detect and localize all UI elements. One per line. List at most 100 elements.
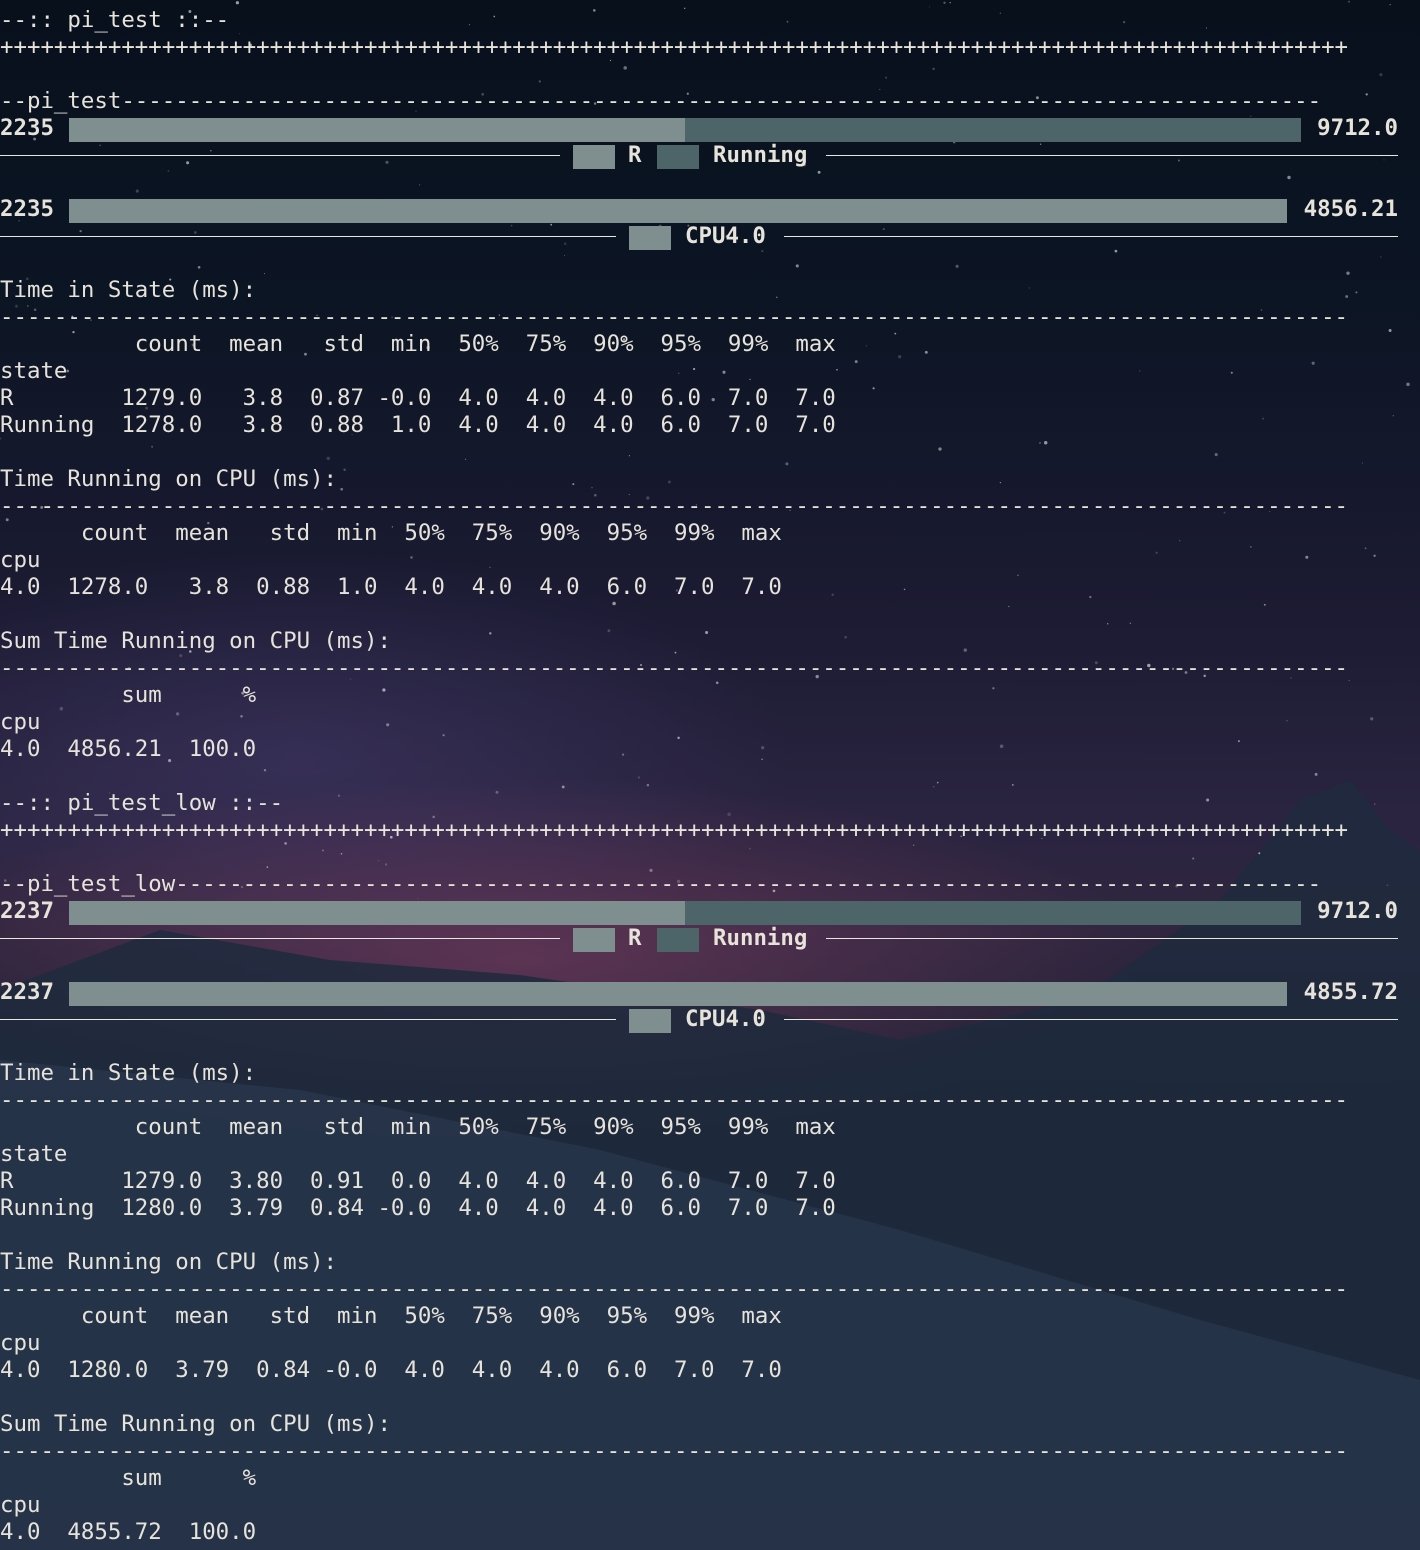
- star: [999, 12, 1002, 14]
- star: [1388, 329, 1392, 332]
- star: [79, 229, 82, 233]
- star: [1017, 574, 1019, 577]
- star: [894, 332, 897, 335]
- star: [378, 860, 380, 862]
- legend-label-running: Running: [713, 142, 808, 168]
- star: [1361, 462, 1364, 464]
- table-rule: ----------------------------------------…: [0, 1438, 1349, 1464]
- legend-rule-right: [784, 236, 1398, 237]
- star: [1406, 382, 1410, 387]
- star: [209, 149, 212, 152]
- star: [749, 848, 751, 850]
- state-bar-pid: 2235: [0, 115, 54, 141]
- star: [1314, 772, 1318, 776]
- star: [410, 556, 413, 559]
- star: [1129, 622, 1131, 624]
- star: [385, 863, 388, 866]
- star: [1348, 679, 1350, 682]
- star: [1106, 622, 1109, 625]
- star: [489, 632, 492, 635]
- star: [1043, 441, 1048, 445]
- star: [936, 781, 939, 784]
- star: [612, 601, 616, 606]
- star: [722, 370, 726, 374]
- star: [955, 264, 959, 268]
- table-row: R 1279.0 3.80 0.91 0.0 4.0 4.0 4.0 6.0 7…: [0, 1168, 836, 1194]
- star: [493, 15, 496, 18]
- task-header: --:: pi_test ::--: [0, 7, 230, 33]
- star: [193, 231, 197, 234]
- star: [678, 372, 680, 374]
- sum-table-index: cpu: [0, 709, 41, 735]
- star: [561, 785, 565, 789]
- sum-table-index: cpu: [0, 1492, 41, 1518]
- star: [949, 1, 951, 4]
- star: [776, 296, 778, 298]
- cpu-bar-total: 4855.72: [1303, 979, 1398, 1005]
- star: [999, 481, 1002, 484]
- star: [572, 483, 575, 486]
- star: [1364, 547, 1367, 550]
- star: [924, 350, 928, 354]
- legend-rule-left: [0, 155, 560, 156]
- star: [865, 345, 868, 347]
- legend-rule-left: [0, 236, 616, 237]
- star: [1355, 291, 1358, 294]
- star: [786, 20, 789, 23]
- star: [340, 487, 344, 491]
- star: [677, 736, 680, 740]
- star: [1206, 798, 1210, 802]
- table-row: R 1279.0 3.8 0.87 -0.0 4.0 4.0 4.0 6.0 7…: [0, 385, 836, 411]
- plus-rule: ++++++++++++++++++++++++++++++++++++++++…: [0, 817, 1349, 843]
- state-table-index: state: [0, 1141, 68, 1167]
- cpu-bar-pid: 2235: [0, 196, 54, 222]
- star: [872, 387, 875, 390]
- star: [563, 242, 567, 246]
- star: [1348, 0, 1350, 3]
- star: [761, 758, 763, 761]
- star: [963, 648, 967, 652]
- star: [1374, 803, 1376, 805]
- state-table-index: state: [0, 358, 68, 384]
- task-subheader: --pi_test_low---------------------------…: [0, 871, 1322, 897]
- legend-rule-right: [826, 938, 1398, 939]
- star: [419, 184, 421, 186]
- star: [646, 783, 650, 787]
- sum-table-title: Sum Time Running on CPU (ms):: [0, 1411, 391, 1437]
- star: [1122, 20, 1126, 24]
- legend-label-cpu4: CPU4.0: [685, 223, 766, 249]
- state-bar-total: 9712.0: [1317, 115, 1398, 141]
- legend-label-cpu4: CPU4.0: [685, 1006, 766, 1032]
- legend-label-running: Running: [713, 925, 808, 951]
- table-rule: ----------------------------------------…: [0, 493, 1349, 519]
- star: [1345, 295, 1349, 298]
- cpu-table-title: Time Running on CPU (ms):: [0, 1249, 338, 1275]
- star: [510, 224, 513, 227]
- star: [417, 898, 419, 900]
- legend-swatch-cpu4: [629, 1009, 671, 1033]
- star: [795, 264, 799, 268]
- star: [727, 812, 731, 817]
- legend-label-r: R: [628, 142, 642, 168]
- star: [1089, 595, 1092, 599]
- state-bar-segment-r: [69, 901, 685, 925]
- star: [882, 228, 885, 231]
- state-bar-total: 9712.0: [1317, 898, 1398, 924]
- star: [186, 161, 190, 165]
- table-rule: ----------------------------------------…: [0, 655, 1349, 681]
- star: [1214, 453, 1218, 457]
- star: [943, 1, 946, 4]
- star: [1039, 143, 1042, 145]
- star: [264, 273, 266, 275]
- legend-rule-right: [826, 155, 1398, 156]
- cpu-bar-segment-cpu4: [69, 199, 1287, 223]
- star: [489, 566, 491, 569]
- table-row: Running 1280.0 3.79 0.84 -0.0 4.0 4.0 4.…: [0, 1195, 836, 1221]
- legend-swatch-r: [573, 145, 615, 169]
- state-table-title: Time in State (ms):: [0, 1060, 257, 1086]
- star: [235, 1, 239, 5]
- star: [1177, 159, 1180, 162]
- star: [1386, 884, 1389, 887]
- star: [167, 170, 170, 172]
- star: [1011, 783, 1014, 786]
